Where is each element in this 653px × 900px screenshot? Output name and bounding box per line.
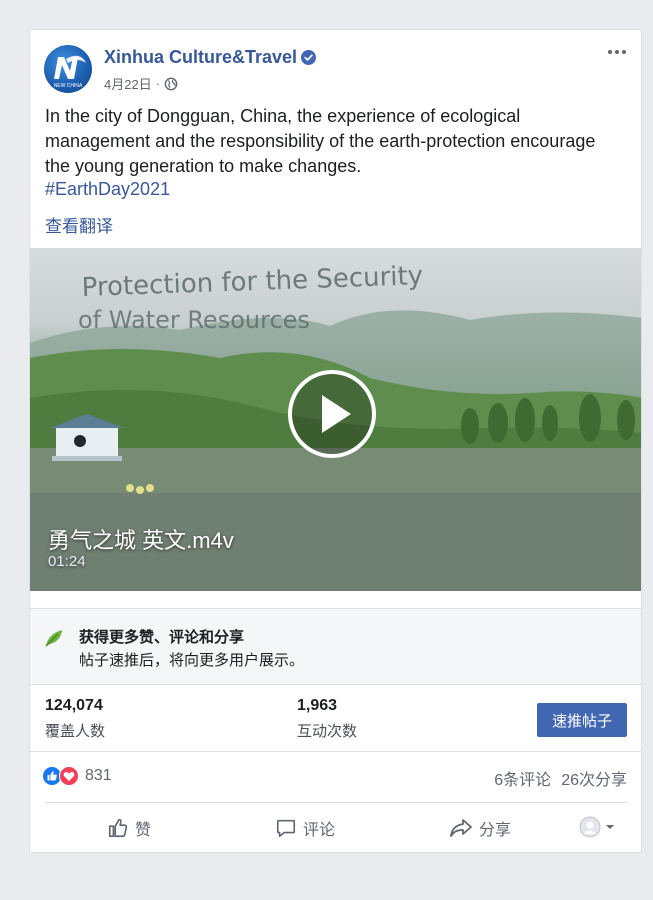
comment-bubble-icon bbox=[276, 819, 296, 838]
boost-post-button[interactable]: 速推帖子 bbox=[537, 703, 627, 737]
thumbs-up-icon bbox=[108, 818, 128, 838]
more-dot-icon bbox=[622, 50, 626, 54]
comment-button[interactable]: 评论 bbox=[275, 812, 335, 844]
video-player[interactable]: Protection for the Security of Water Res… bbox=[30, 248, 641, 591]
reach-value: 124,074 bbox=[45, 697, 103, 714]
verified-badge-icon bbox=[301, 50, 317, 65]
see-translation-link[interactable]: 查看翻译 bbox=[45, 212, 113, 237]
comment-label: 评论 bbox=[303, 822, 336, 839]
video-title: 勇气之城 英文.m4v bbox=[48, 528, 234, 553]
more-dot-icon bbox=[608, 50, 612, 54]
page-name[interactable]: Xinhua Culture&Travel bbox=[104, 47, 297, 67]
boost-description: 帖子速推后，将向更多用户展示。 bbox=[79, 652, 305, 669]
page-name-link[interactable]: Xinhua Culture&Travel bbox=[104, 47, 317, 68]
share-arrow-icon bbox=[450, 819, 472, 837]
page-avatar[interactable]: NEW CHINA bbox=[44, 45, 92, 93]
video-overlay-line2: of Water Resources bbox=[78, 306, 310, 334]
post-as-selector[interactable] bbox=[579, 816, 615, 838]
comments-count-link[interactable]: 6条评论 bbox=[494, 766, 551, 790]
post-meta: 4月22日 · bbox=[104, 74, 178, 93]
profile-avatar-icon bbox=[579, 816, 601, 838]
reach-label: 覆盖人数 bbox=[45, 723, 106, 740]
like-label: 赞 bbox=[135, 822, 152, 839]
more-dot-icon bbox=[615, 50, 619, 54]
engagement-value: 1,963 bbox=[297, 697, 338, 714]
divider bbox=[45, 802, 628, 803]
boost-promo-panel: 获得更多赞、评论和分享 帖子速推后，将向更多用户展示。 bbox=[30, 608, 641, 685]
globe-icon[interactable] bbox=[164, 77, 178, 91]
post-date[interactable]: 4月22日 bbox=[104, 74, 152, 93]
divider bbox=[30, 751, 641, 752]
share-button[interactable]: 分享 bbox=[449, 812, 511, 844]
post-options-button[interactable] bbox=[605, 44, 629, 60]
reaction-count[interactable]: 831 bbox=[85, 767, 112, 785]
post-text: In the city of Dongguan, China, the expe… bbox=[45, 106, 596, 176]
post-card: NEW CHINA Xinhua Culture&Travel 4月22日 · … bbox=[29, 29, 642, 853]
post-actions-bar: 赞 评论 分享 bbox=[30, 812, 641, 844]
reactions-summary[interactable]: 831 bbox=[42, 766, 112, 786]
avatar-logo-text: NEW CHINA bbox=[54, 83, 83, 89]
play-icon[interactable] bbox=[287, 369, 377, 459]
like-button[interactable]: 赞 bbox=[107, 812, 151, 844]
share-label: 分享 bbox=[479, 822, 512, 839]
engagement-label: 互动次数 bbox=[297, 723, 358, 740]
video-overlay-line1: Protection for the Security bbox=[81, 261, 423, 303]
engagement-counts: 6条评论 26次分享 bbox=[494, 766, 627, 790]
meta-separator: · bbox=[155, 76, 161, 91]
xinhua-logo-icon: NEW CHINA bbox=[54, 55, 86, 89]
shares-count-link[interactable]: 26次分享 bbox=[561, 766, 627, 790]
boost-title: 获得更多赞、评论和分享 bbox=[79, 629, 245, 646]
chevron-down-icon bbox=[606, 825, 614, 829]
leaf-icon bbox=[45, 630, 62, 647]
hashtag-link[interactable]: #EarthDay2021 bbox=[45, 179, 170, 200]
video-duration: 01:24 bbox=[48, 553, 86, 570]
love-reaction-icon bbox=[59, 766, 79, 786]
